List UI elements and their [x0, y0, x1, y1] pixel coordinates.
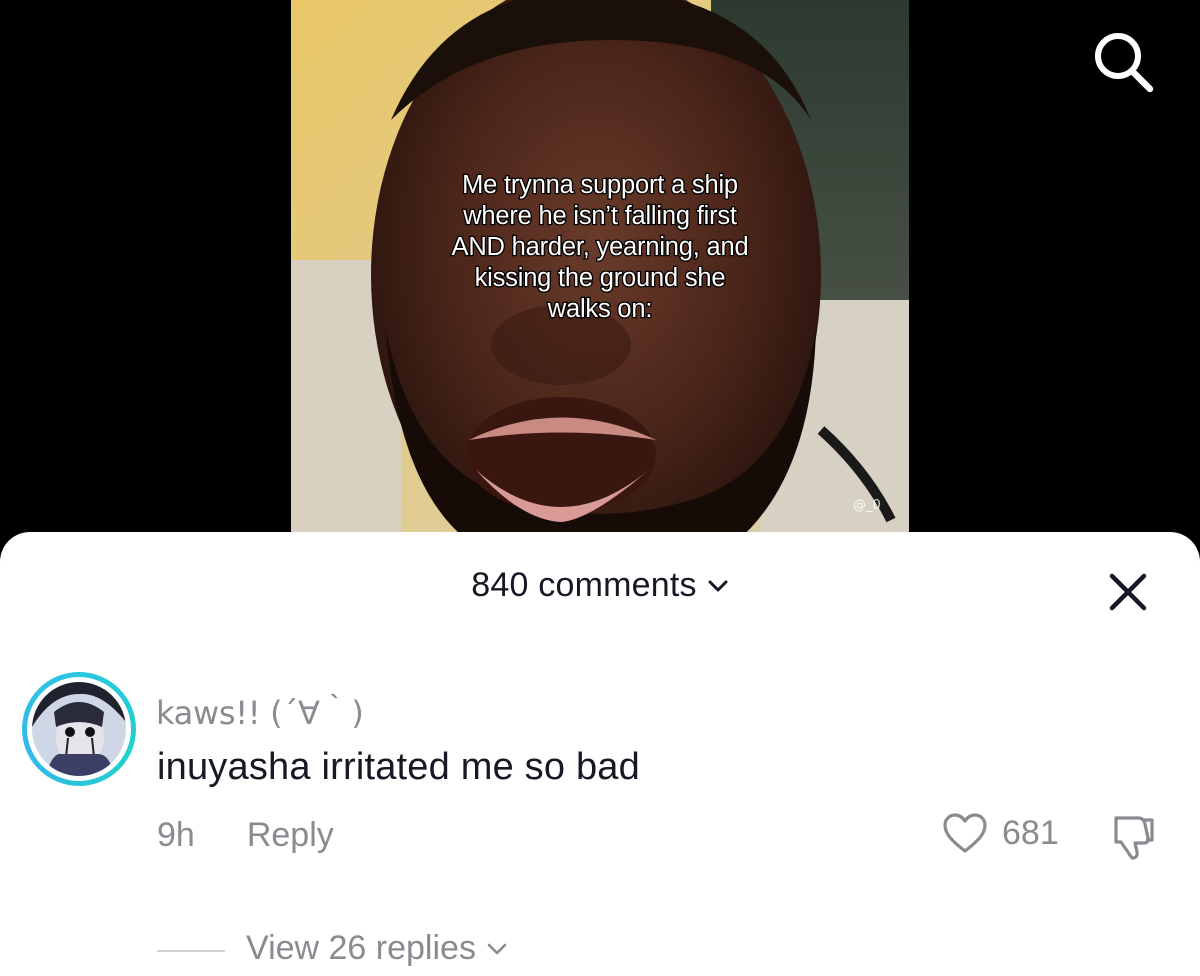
- video-player[interactable]: Me trynna support a ship where he isn’t …: [291, 0, 909, 560]
- like-button[interactable]: 681: [942, 812, 1059, 854]
- chevron-down-icon: [487, 943, 507, 954]
- comments-count-dropdown[interactable]: 840 comments: [471, 566, 728, 605]
- comment-meta-row: 9h Reply: [157, 816, 334, 855]
- reply-button[interactable]: Reply: [247, 816, 334, 855]
- comment-username[interactable]: kaws!! (´∀｀): [156, 688, 364, 734]
- comments-sheet: 840 comments kaws!! (´∀｀) inuyasha irrit…: [0, 532, 1200, 976]
- comments-count-label: 840 comments: [471, 566, 697, 604]
- view-replies-label: View 26 replies: [246, 929, 476, 967]
- search-button[interactable]: [1086, 26, 1158, 98]
- avatar-ring-gap: [27, 677, 131, 781]
- video-caption-overlay: Me trynna support a ship where he isn’t …: [450, 170, 750, 325]
- view-replies-button[interactable]: View 26 replies: [246, 929, 508, 968]
- avatar-image: [32, 682, 126, 776]
- video-watermark: @_0: [853, 498, 881, 513]
- search-icon: [1095, 33, 1154, 93]
- app-screen: Me trynna support a ship where he isn’t …: [0, 0, 1200, 976]
- dislike-button[interactable]: [1108, 812, 1158, 862]
- comment-item: kaws!! (´∀｀) inuyasha irritated me so ba…: [0, 666, 1200, 968]
- like-count: 681: [1002, 813, 1059, 852]
- avatar-story-ring[interactable]: [22, 672, 136, 786]
- comments-header: 840 comments: [0, 566, 1200, 605]
- avatar: [32, 682, 126, 776]
- thumbs-down-icon: [1114, 816, 1154, 860]
- comment-timestamp: 9h: [157, 816, 195, 854]
- close-icon: [1109, 573, 1147, 611]
- close-comments-button[interactable]: [1104, 568, 1152, 616]
- comment-text: inuyasha irritated me so bad: [157, 746, 640, 788]
- chevron-down-icon: [708, 580, 728, 591]
- replies-divider: [157, 950, 225, 952]
- heart-icon: [943, 813, 987, 853]
